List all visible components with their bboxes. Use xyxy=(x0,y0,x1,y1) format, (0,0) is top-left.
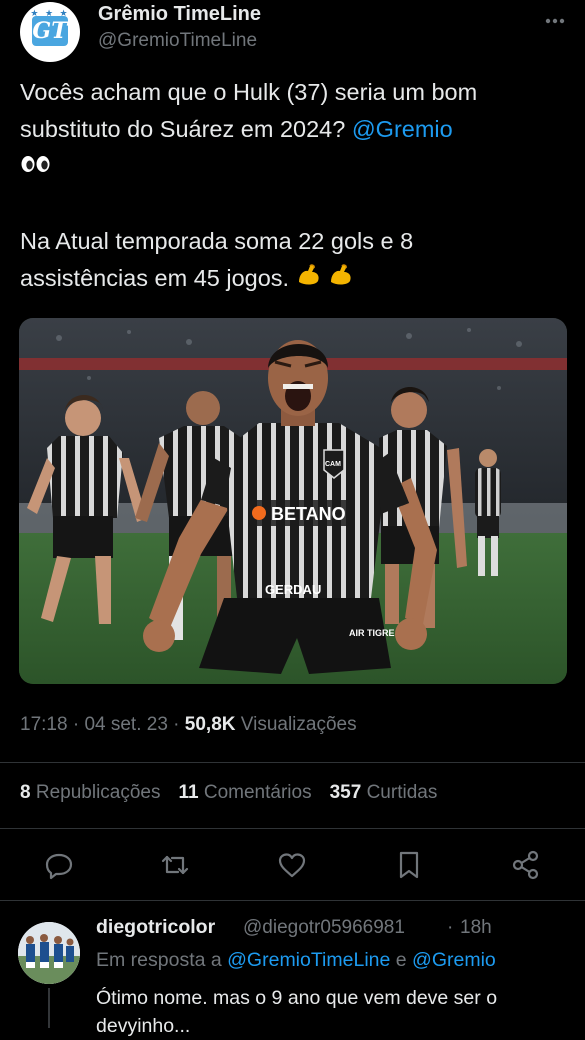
tweet-photo[interactable]: BETANO GERDAU CAM AIR TIGRE xyxy=(19,318,567,684)
tweet-date[interactable]: 04 set. 23 xyxy=(84,714,167,735)
reply-icon[interactable] xyxy=(42,848,76,882)
flexed-biceps-emoji-icon xyxy=(296,262,322,299)
mention-link[interactable]: @GremioTimeLine xyxy=(227,949,390,971)
reply-context-prefix: Em resposta a xyxy=(96,949,228,971)
mention-link[interactable]: @Gremio xyxy=(352,116,453,142)
more-options-icon[interactable] xyxy=(540,6,570,36)
tweet-line-4: assistências em 45 jogos. xyxy=(20,265,296,292)
reply-author-name[interactable]: diegotricolor xyxy=(96,916,215,939)
divider xyxy=(0,900,585,901)
meta-separator: · xyxy=(167,714,185,735)
reply-author-handle[interactable]: @diegotr05966981 xyxy=(243,917,405,939)
tweet-meta: 17:18 · 04 set. 23 · 50,8K Visualizações xyxy=(20,714,357,736)
views-label: Visualizações xyxy=(235,714,357,735)
flexed-biceps-emoji-icon xyxy=(328,262,354,299)
tweet-text: Vocês acham que o Hulk (37) seria um bom… xyxy=(20,74,570,299)
jersey-sponsor-text: BETANO xyxy=(271,504,346,524)
repost-icon[interactable] xyxy=(158,848,192,882)
comments-count: 11 xyxy=(178,782,199,803)
author-handle[interactable]: @GremioTimeLine xyxy=(98,30,257,52)
author-name[interactable]: Grêmio TimeLine xyxy=(98,3,261,26)
tweet-line-2: substituto do Suárez em 2024? xyxy=(20,116,352,142)
like-icon[interactable] xyxy=(275,848,309,882)
tweet-stats: 8 Republicações 11 Comentários 357 Curtida… xyxy=(20,782,437,804)
reply-time[interactable]: 18h xyxy=(460,917,492,939)
shorts-sponsor-text: AIR TIGRE xyxy=(349,628,395,638)
reply-context: Em resposta a @GremioTimeLine e @Gremio xyxy=(96,949,496,972)
thread-line xyxy=(48,988,50,1028)
divider xyxy=(0,762,585,763)
likes-stat[interactable]: 357 Curtidas xyxy=(330,782,438,803)
reply-separator: · xyxy=(447,917,454,938)
tweet-line-3: Na Atual temporada soma 22 gols e 8 xyxy=(20,228,414,255)
reposts-count: 8 xyxy=(20,782,31,803)
divider xyxy=(0,828,585,829)
eyes-emoji-icon xyxy=(20,149,52,186)
bookmark-icon[interactable] xyxy=(392,848,426,882)
author-avatar[interactable]: ★ ★ ★ GT xyxy=(20,2,80,62)
meta-separator: · xyxy=(67,714,85,735)
comments-stat[interactable]: 11 Comentários xyxy=(179,782,312,803)
views-count: 50,8K xyxy=(184,714,236,735)
likes-label: Curtidas xyxy=(361,782,438,803)
reposts-label: Republicações xyxy=(30,782,161,803)
share-icon[interactable] xyxy=(509,848,543,882)
comments-label: Comentários xyxy=(198,782,312,803)
action-bar xyxy=(0,842,585,888)
reposts-stat[interactable]: 8 Republicações xyxy=(20,782,161,803)
reply-author-avatar[interactable] xyxy=(18,922,80,984)
tweet-line-1: Vocês acham que o Hulk (37) seria um bom xyxy=(20,79,478,105)
tweet-time[interactable]: 17:18 xyxy=(20,714,68,735)
crest-text: CAM xyxy=(325,461,341,468)
reply-text: Ótimo nome. mas o 9 ano que vem deve ser… xyxy=(96,987,498,1037)
likes-count: 357 xyxy=(329,782,362,803)
mention-link[interactable]: @Gremio xyxy=(412,949,496,971)
reply-context-and: e xyxy=(390,949,413,971)
jersey-lower-sponsor-text: GERDAU xyxy=(265,582,321,597)
avatar-monogram: GT xyxy=(32,16,68,46)
